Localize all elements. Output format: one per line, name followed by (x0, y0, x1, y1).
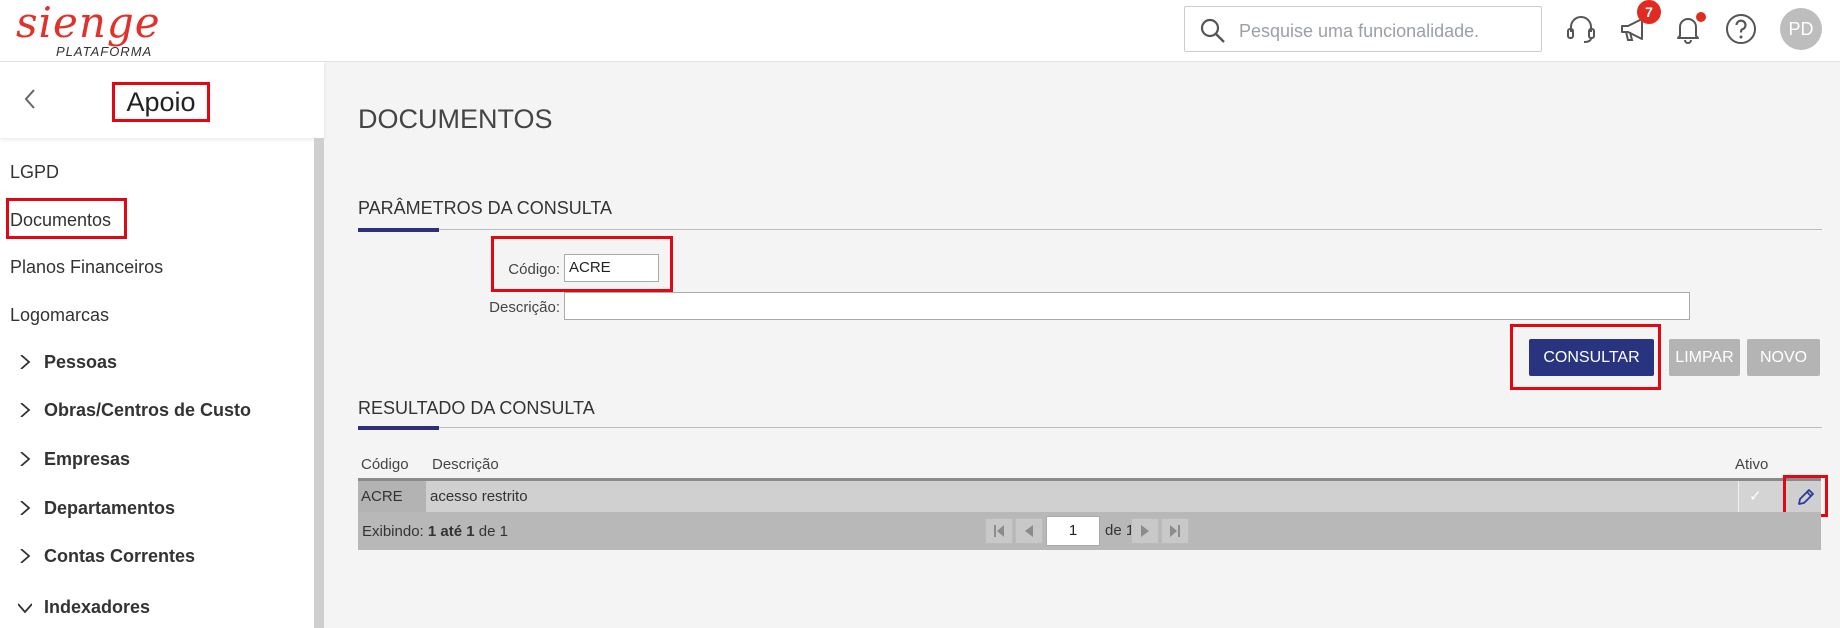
chevron-right-icon (20, 501, 31, 515)
chevron-down-icon (18, 603, 32, 614)
search-placeholder: Pesquise uma funcionalidade. (1239, 21, 1480, 41)
sidebar-group-label: Pessoas (44, 352, 118, 372)
first-page-button[interactable] (985, 518, 1013, 544)
bell-alert-dot (1696, 12, 1706, 22)
sidebar-group-pessoas[interactable]: Pessoas (18, 352, 117, 373)
next-page-icon (1141, 525, 1149, 537)
sidebar-group-obras[interactable]: Obras/Centros de Custo (18, 400, 251, 421)
descricao-label: Descrição: (489, 299, 560, 316)
table-row[interactable]: ACRE acesso restrito ✓ (358, 478, 1821, 512)
pager: Exibindo: 1 até 1 de 1 1 de 1 (358, 512, 1821, 550)
page-number-input[interactable]: 1 (1046, 516, 1100, 546)
params-section-title: PARÂMETROS DA CONSULTA (358, 198, 613, 218)
results-accent (358, 426, 439, 430)
results-divider (358, 427, 1822, 428)
sidebar-title: Apoio (112, 82, 210, 122)
sidebar-item-planos-financeiros[interactable]: Planos Financeiros (10, 257, 163, 278)
headset-icon[interactable] (1564, 12, 1598, 46)
cell-descricao: acesso restrito (430, 488, 528, 505)
next-page-button[interactable] (1131, 518, 1159, 544)
params-divider (358, 229, 1822, 230)
pager-range: 1 até 1 (427, 523, 475, 540)
column-header-codigo[interactable]: Código (361, 456, 409, 473)
codigo-input[interactable]: ACRE (564, 254, 659, 282)
chevron-right-icon (20, 403, 31, 417)
pager-total: 1 (499, 523, 508, 540)
sidebar-header: Apoio (0, 62, 324, 138)
column-header-descricao[interactable]: Descrição (432, 456, 499, 473)
sidebar-group-label: Empresas (44, 449, 131, 469)
notifications-badge: 7 (1637, 0, 1661, 24)
sidebar-group-contas-correntes[interactable]: Contas Correntes (18, 546, 195, 567)
sienge-logo[interactable]: sienge PLATAFORMA (16, 0, 166, 60)
first-page-icon (994, 525, 1004, 537)
last-page-icon (1170, 525, 1180, 537)
prev-page-button[interactable] (1015, 518, 1043, 544)
avatar[interactable]: PD (1780, 8, 1822, 50)
params-accent (358, 228, 439, 232)
pager-de-label: de (478, 523, 496, 540)
results-section-title: RESULTADO DA CONSULTA (358, 398, 595, 418)
logo-text: sienge (16, 0, 161, 47)
help-icon[interactable] (1724, 12, 1758, 46)
sidebar-group-label: Obras/Centros de Custo (44, 400, 252, 420)
cell-codigo: ACRE (358, 481, 426, 512)
chevron-right-icon (20, 549, 31, 563)
sidebar-group-indexadores[interactable]: Indexadores (18, 597, 150, 618)
sidebar-group-label: Indexadores (44, 597, 151, 617)
limpar-button[interactable]: LIMPAR (1669, 339, 1740, 376)
sidebar-item-lgpd[interactable]: LGPD (10, 162, 59, 183)
sidebar-scrollbar[interactable] (314, 138, 324, 628)
chevron-right-icon (20, 355, 31, 369)
sidebar-group-label: Departamentos (44, 498, 176, 518)
consultar-button[interactable]: CONSULTAR (1529, 339, 1654, 376)
sidebar-group-departamentos[interactable]: Departamentos (18, 498, 175, 519)
last-page-button[interactable] (1161, 518, 1189, 544)
cell-ativo-check: ✓ (1738, 481, 1788, 512)
pager-status: Exibindo: 1 até 1 de 1 (362, 523, 508, 540)
back-chevron-icon[interactable] (20, 86, 40, 112)
sidebar-group-empresas[interactable]: Empresas (18, 449, 130, 470)
top-header: sienge PLATAFORMA Pesquise uma funcional… (0, 0, 1840, 62)
novo-button[interactable]: NOVO (1747, 339, 1820, 376)
search-box[interactable]: Pesquise uma funcionalidade. (1184, 6, 1542, 52)
sidebar-item-logomarcas[interactable]: Logomarcas (10, 305, 109, 326)
prev-page-icon (1025, 525, 1033, 537)
logo-subtitle: PLATAFORMA (56, 44, 153, 59)
highlight-documentos (6, 198, 127, 239)
sidebar-group-label: Contas Correntes (44, 546, 196, 566)
sidebar: Apoio LGPD Documentos Planos Financeiros… (0, 62, 324, 628)
page-of-label: de 1 (1105, 522, 1135, 539)
descricao-input[interactable] (564, 292, 1690, 320)
pager-exibindo-label: Exibindo: (362, 523, 424, 540)
codigo-label: Código: (508, 261, 560, 278)
search-icon (1200, 18, 1225, 43)
highlight-edit (1783, 475, 1828, 517)
column-header-ativo[interactable]: Ativo (1735, 456, 1768, 473)
chevron-right-icon (20, 452, 31, 466)
page-title: DOCUMENTOS (358, 104, 553, 134)
